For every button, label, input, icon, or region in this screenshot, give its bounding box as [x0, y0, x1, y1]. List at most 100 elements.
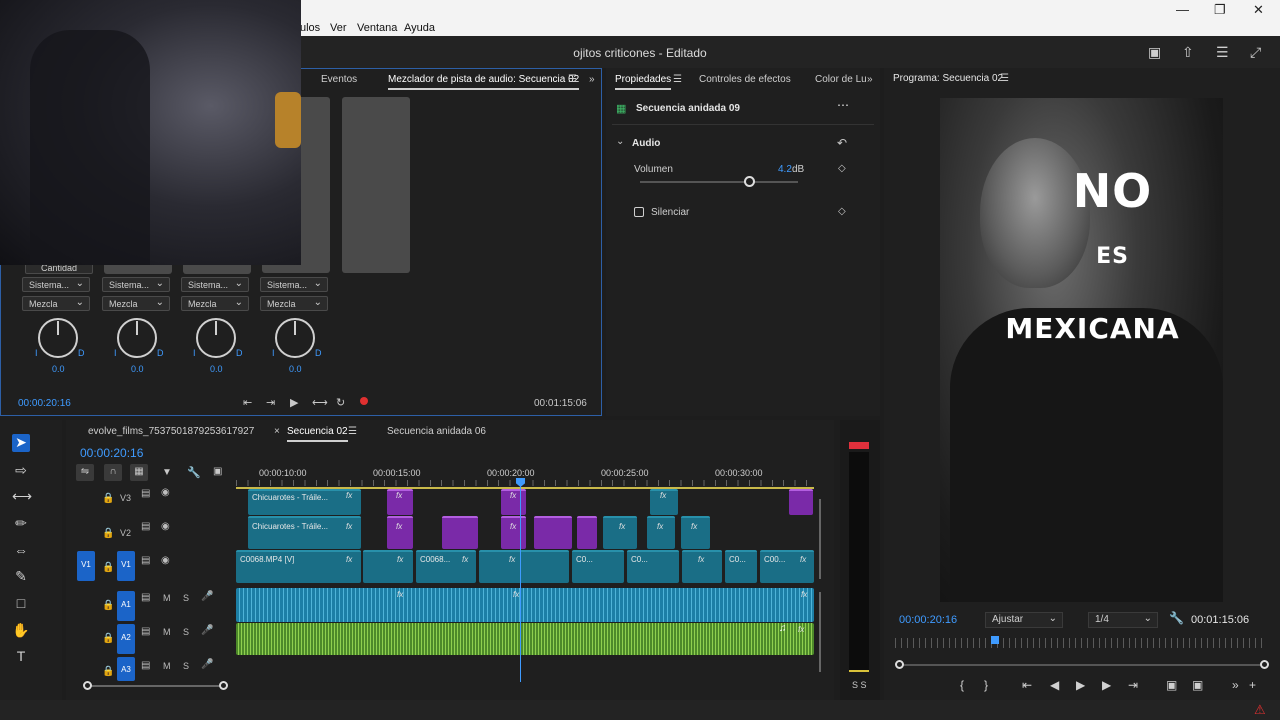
timeline-clip[interactable]: C0... [627, 550, 679, 583]
track-target-v1[interactable]: V1 [117, 551, 135, 581]
program-ruler[interactable] [895, 638, 1267, 648]
mute-track-button[interactable]: M [163, 627, 171, 637]
mixer-mode-select[interactable]: Mezcla ⌄ [102, 296, 170, 311]
workspaces-icon[interactable]: ☰ [1216, 44, 1229, 61]
step-back-icon[interactable]: ◀ [1050, 678, 1059, 692]
microphone-icon[interactable]: 🎤 [201, 659, 213, 670]
timeline-clip[interactable]: fx [681, 516, 710, 549]
timeline-clip[interactable]: fx [387, 516, 413, 549]
lock-icon[interactable]: 🔒 [102, 633, 114, 644]
sync-lock-icon[interactable]: ▤ [141, 555, 150, 566]
insert-overwrite-icon[interactable]: ⇋ [76, 464, 94, 481]
loop-icon[interactable]: ↻ [336, 396, 345, 409]
extract-icon[interactable]: ▣ [1192, 678, 1203, 692]
rectangle-tool-icon[interactable]: □ [12, 595, 30, 613]
wrench-icon[interactable]: 🔧 [187, 466, 201, 479]
mixer-input-select[interactable]: Sistema... ⌄ [22, 277, 90, 292]
program-video-frame[interactable]: NO ES MEXICANA [940, 98, 1223, 602]
close-icon[interactable]: ✕ [1253, 2, 1264, 18]
tab-sequence-evolve[interactable]: evolve_films_7537501879253617927 [88, 426, 254, 437]
tab-program-monitor[interactable]: Programa: Secuencia 02 [893, 73, 1003, 84]
type-tool-icon[interactable]: T [12, 648, 30, 666]
share-icon[interactable]: ⇧ [1182, 44, 1194, 61]
keyframe-icon[interactable]: ◇ [838, 163, 846, 174]
tab-audio-mixer[interactable]: Mezclador de pista de audio: Secuencia 0… [388, 74, 580, 90]
ripple-edit-tool-icon[interactable]: ⟷ [12, 488, 32, 506]
meter-solo-labels[interactable]: S S [852, 680, 867, 690]
timeline-current-time[interactable]: 00:00:20:16 [80, 446, 143, 460]
menu-item-ver[interactable]: Ver [330, 22, 347, 34]
more-options-icon[interactable]: ⋯ [837, 98, 849, 112]
minimize-icon[interactable]: — [1176, 2, 1189, 17]
menu-item-ayuda[interactable]: Ayuda [404, 22, 435, 34]
timeline-clip[interactable]: fx [647, 516, 675, 549]
timeline-clip[interactable]: fx [682, 550, 722, 583]
zoom-handle-right[interactable] [1260, 660, 1269, 669]
razor-tool-icon[interactable]: ✏ [12, 515, 30, 533]
mixer-input-select[interactable]: Sistema... ⌄ [102, 277, 170, 292]
mixer-current-time[interactable]: 00:00:20:16 [18, 398, 71, 409]
add-button-icon[interactable]: + [1249, 678, 1256, 692]
step-forward-icon[interactable]: ▶ [1102, 678, 1111, 692]
snap-icon[interactable]: ∩ [104, 464, 122, 481]
go-to-out-icon[interactable]: ⇥ [1128, 678, 1138, 692]
track-target-a3[interactable]: A3 [117, 657, 135, 681]
solo-track-button[interactable]: S [183, 593, 189, 603]
audio-clip-a1[interactable]: fx fx fx [236, 588, 814, 622]
pan-knob[interactable] [38, 318, 78, 358]
panel-menu-icon[interactable]: ☰ [348, 426, 357, 437]
lock-icon[interactable]: 🔒 [102, 528, 114, 539]
video-vertical-scrollbar[interactable] [819, 499, 821, 579]
menu-item-ventana[interactable]: Ventana [357, 22, 397, 34]
audio-clip-a2[interactable]: ♫ fx [236, 623, 814, 655]
tab-nested-sequence-06[interactable]: Secuencia anidada 06 [387, 426, 486, 437]
timeline-clip[interactable] [789, 489, 813, 515]
hand-tool-icon[interactable]: ✋ [12, 622, 30, 640]
volume-value[interactable]: 4.2 [778, 164, 792, 175]
volume-slider-handle[interactable] [744, 176, 756, 187]
timeline-clip[interactable]: Chicuarotes - Tráile... fx [248, 489, 361, 515]
mute-track-button[interactable]: M [163, 661, 171, 671]
timeline-clip[interactable]: fx [501, 516, 526, 549]
add-marker-icon[interactable]: ▼ [162, 467, 172, 478]
mark-in-icon[interactable]: { [960, 678, 964, 692]
chevron-down-icon[interactable]: ⌄ [616, 136, 624, 147]
mixer-input-select[interactable]: Sistema... ⌄ [260, 277, 328, 292]
eye-icon[interactable]: ◉ [161, 555, 170, 566]
eye-icon[interactable]: ◉ [161, 487, 170, 498]
mark-out-icon[interactable]: } [984, 678, 988, 692]
sync-lock-icon[interactable]: ▤ [141, 521, 150, 532]
track-target-a2[interactable]: A2 [117, 624, 135, 654]
timeline-clip[interactable]: fx [603, 516, 637, 549]
source-patch-v1[interactable]: V1 [77, 551, 95, 581]
go-to-in-icon[interactable]: ⇤ [1022, 678, 1032, 692]
tab-properties[interactable]: Propiedades [615, 74, 672, 90]
restore-icon[interactable]: ❐ [1214, 2, 1226, 18]
timeline-horizontal-scrollbar[interactable] [87, 685, 225, 687]
timeline-clip[interactable] [442, 516, 478, 549]
mute-track-button[interactable]: M [163, 593, 171, 603]
audio-vertical-scrollbar[interactable] [819, 592, 821, 672]
tab-eventos[interactable]: Eventos [321, 74, 357, 85]
program-zoom-bar[interactable] [899, 664, 1265, 666]
sync-lock-icon[interactable]: ▤ [141, 592, 150, 603]
pen-tool-icon[interactable]: ✎ [12, 568, 30, 586]
notification-icon[interactable]: ▣ [1148, 44, 1161, 61]
panel-menu-icon[interactable]: ☰ [568, 74, 577, 85]
program-current-time[interactable]: 00:00:20:16 [899, 614, 957, 626]
timeline-clip[interactable] [577, 516, 597, 549]
mixer-strip-fader[interactable] [342, 97, 410, 273]
go-to-out-icon[interactable]: ⇥ [266, 396, 275, 409]
play-in-to-out-icon[interactable]: ⟷ [312, 396, 328, 409]
record-icon[interactable] [360, 397, 368, 405]
track-target-a1[interactable]: A1 [117, 591, 135, 621]
volume-slider[interactable] [640, 181, 798, 183]
lock-icon[interactable]: 🔒 [102, 493, 114, 504]
sync-lock-icon[interactable]: ▤ [141, 626, 150, 637]
tab-lumetri-color[interactable]: Color de Lu [815, 74, 867, 85]
timeline-clip[interactable]: Chicuarotes - Tráile... fx [248, 516, 361, 549]
sync-lock-icon[interactable]: ▤ [141, 488, 150, 499]
timeline-clip[interactable]: fx [387, 489, 413, 515]
scroll-handle-left[interactable] [83, 681, 92, 690]
solo-track-button[interactable]: S [183, 627, 189, 637]
